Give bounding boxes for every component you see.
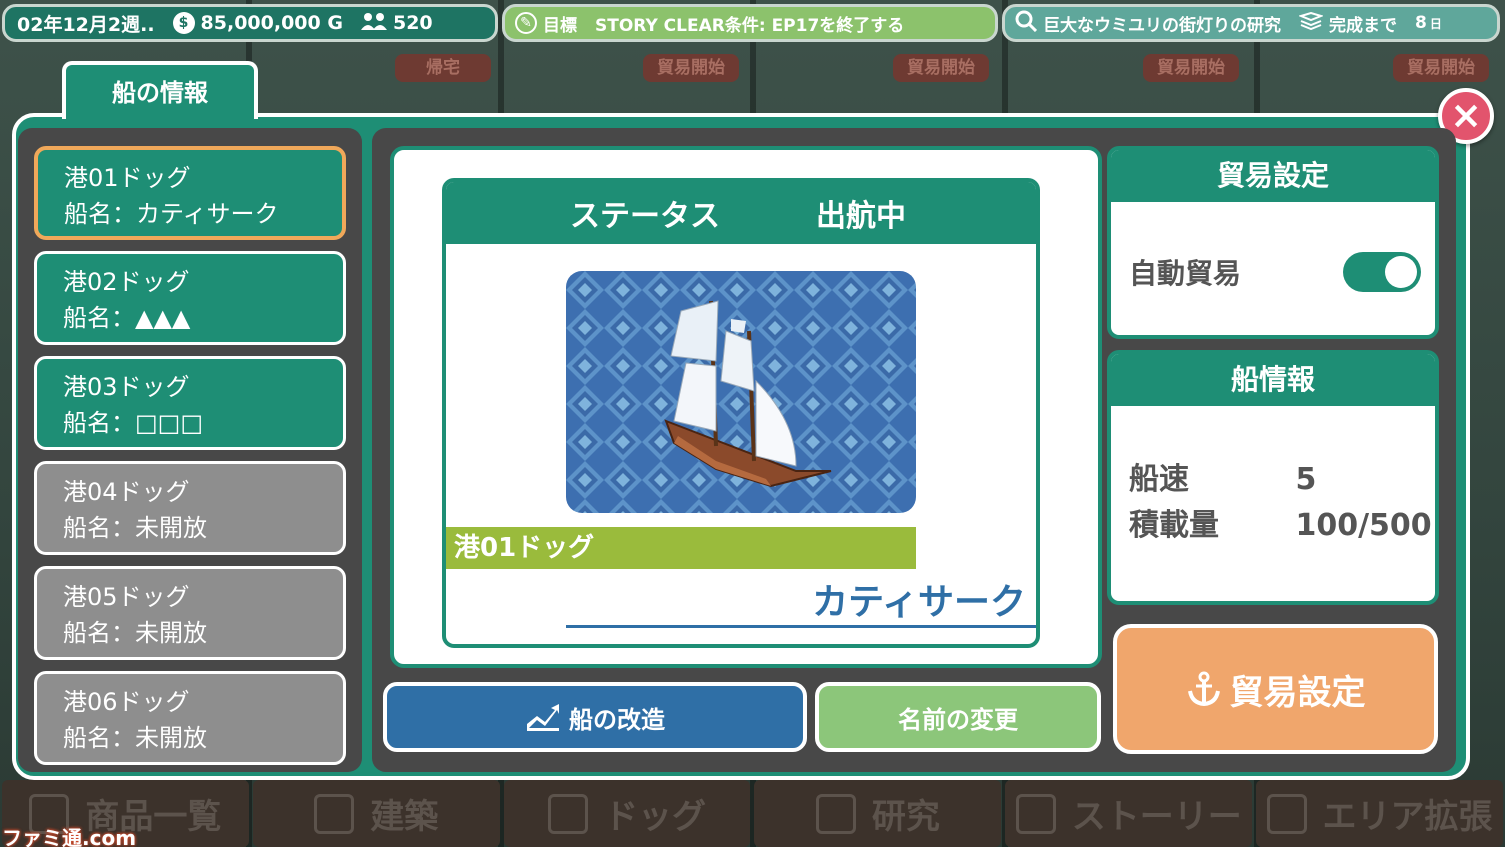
bottom-nav: 商品一覧 建築 ドッグ 研究 ストーリー エリア拡張 [0,780,1505,847]
nav-label: ドッグ [604,797,707,837]
nav-item-story: ストーリー [1005,780,1253,847]
ship-info-title: 船情報 [1111,354,1435,406]
dock-item-ship: 船名：未開放 [63,724,207,752]
dock-item-ship: 船名：▲▲▲ [63,304,191,332]
dock-item-03[interactable]: 港03ドッグ 船名：□□□ [34,356,346,450]
upgrade-ship-label: 船の改造 [569,705,665,734]
dock-item-ship: 船名：未開放 [63,619,207,647]
days-unit: 日 [1429,16,1442,31]
cargo-row: 積載量 100/500 [1129,500,1432,544]
bg-tag: 帰宅 [395,54,491,82]
book-icon [1297,11,1325,35]
research-bar[interactable]: 巨大なウミユリの街灯りの研究 完成まで 8 日 [1002,4,1500,42]
nav-label: 建築 [370,797,439,837]
dock-item-ship: 船名：未開放 [63,514,207,542]
dock-item-title: 港06ドッグ [63,688,190,716]
nav-item-research: 研究 [754,780,1002,847]
bg-tag: 貿易開始 [893,54,989,82]
compass-icon: ✎ [515,12,537,34]
bg-tag: 貿易開始 [643,54,739,82]
cargo-label: 積載量 [1129,508,1219,543]
goal-text: STORY CLEAR条件: EP17を終了する [595,15,905,36]
nav-item-area: エリア拡張 [1256,780,1503,847]
trade-settings-label: 貿易設定 [1229,672,1366,713]
days-count: 8 [1415,13,1427,33]
dock-item-06[interactable]: 港06ドッグ 船名：未開放 [34,671,346,765]
dock-item-ship: 船名：カティサーク [64,200,279,228]
dock-item-title: 港01ドッグ [64,164,191,192]
magnifier-icon [815,793,856,834]
bg-tag: 貿易開始 [1393,54,1489,82]
people-icon [360,12,387,35]
coin-icon: $ [172,12,195,34]
rename-button[interactable]: 名前の変更 [815,682,1101,752]
status-value: 出航中 [816,199,906,234]
ship-image [566,271,916,513]
money-text: 85,000,000 G [200,12,343,34]
nav-item-build: 建築 [252,780,500,847]
complete-label: 完成まで [1329,15,1397,36]
trade-settings-title: 貿易設定 [1111,150,1435,202]
dock-item-04[interactable]: 港04ドッグ 船名：未開放 [34,461,346,555]
dock-item-ship: 船名：□□□ [63,409,204,437]
auto-trade-toggle[interactable] [1343,252,1421,292]
trade-settings-button[interactable]: 貿易設定 [1113,624,1438,754]
nav-item-dock: ドッグ [503,780,751,847]
hud-status-bar: 02年12月2週.. $ 85,000,000 G 520 [2,4,498,42]
pen-icon [1015,793,1056,834]
tools-icon [314,793,355,834]
map-icon [1266,793,1307,834]
dock-item-title: 港03ドッグ [63,373,190,401]
speed-row: 船速 5 [1129,454,1316,498]
upgrade-chart-icon [525,702,561,732]
research-text: 巨大なウミユリの街灯りの研究 [1043,15,1281,36]
speed-value: 5 [1295,462,1317,497]
cargo-value: 100/500 [1295,508,1432,543]
upgrade-ship-button[interactable]: 船の改造 [383,682,807,752]
auto-trade-label: 自動貿易 [1129,257,1242,290]
ship-name: カティサーク [566,578,1036,628]
date-text: 02年12月2週.. [17,13,155,36]
dock-item-05[interactable]: 港05ドッグ 船名：未開放 [34,566,346,660]
nav-label: ストーリー [1071,797,1242,837]
trade-settings-card: 貿易設定 自動貿易 [1107,146,1439,339]
dock-item-title: 港04ドッグ [63,478,190,506]
toggle-knob [1385,256,1417,288]
current-dock-label: 港01ドッグ [446,527,916,569]
dock-item-01[interactable]: 港01ドッグ 船名：カティサーク [34,146,346,240]
status-label: ステータス [570,199,720,234]
goal-label: 目標 [543,15,577,36]
dock-list: 港01ドッグ 船名：カティサーク 港02ドッグ 船名：▲▲▲ 港03ドッグ 船名… [18,128,362,772]
watermark-logo: ファミ通.com [2,826,137,847]
dock-item-title: 港02ドッグ [63,268,190,296]
goal-bar[interactable]: ✎ 目標 STORY CLEAR条件: EP17を終了する [502,4,998,42]
speed-label: 船速 [1129,462,1189,497]
anchor-icon [1186,671,1222,707]
modal-title-tab: 船の情報 [62,61,258,119]
ship-icon [548,793,589,834]
population-text: 520 [392,12,433,34]
nav-label: エリア拡張 [1322,797,1493,837]
dock-item-title: 港05ドッグ [63,583,190,611]
ship-info-card: 船情報 船速 5 積載量 100/500 [1107,350,1439,605]
bg-tag: 貿易開始 [1143,54,1239,82]
dock-item-02[interactable]: 港02ドッグ 船名：▲▲▲ [34,251,346,345]
nav-label: 研究 [871,797,940,837]
search-icon [1015,10,1038,37]
status-header: ステータス 出航中 [446,182,1036,244]
